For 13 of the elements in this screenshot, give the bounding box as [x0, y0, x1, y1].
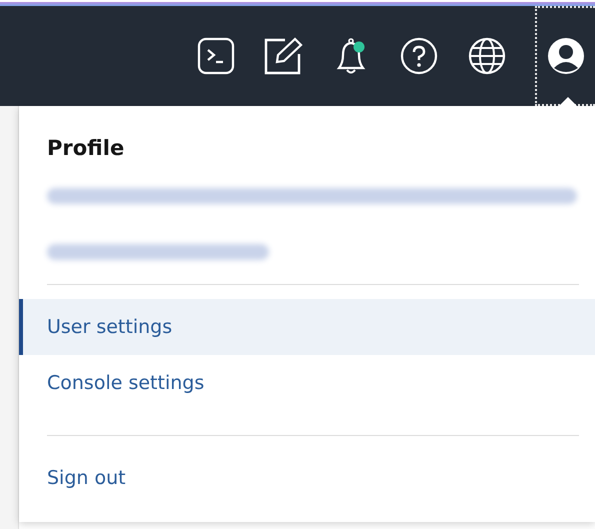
menu-item[interactable]: Console settings [19, 355, 595, 411]
language-button[interactable] [467, 36, 507, 76]
globe-icon [467, 36, 507, 76]
user-icon [546, 36, 586, 76]
help-icon [399, 36, 439, 76]
help-button[interactable] [399, 36, 439, 76]
menu-title: Profile [47, 136, 124, 160]
terminal-icon [197, 37, 235, 75]
edit-button[interactable] [263, 36, 303, 76]
edit-icon [263, 36, 303, 76]
menu-item[interactable]: Sign out [19, 450, 595, 506]
menu-item[interactable]: User settings [19, 299, 595, 355]
terminal-button[interactable] [197, 37, 235, 75]
